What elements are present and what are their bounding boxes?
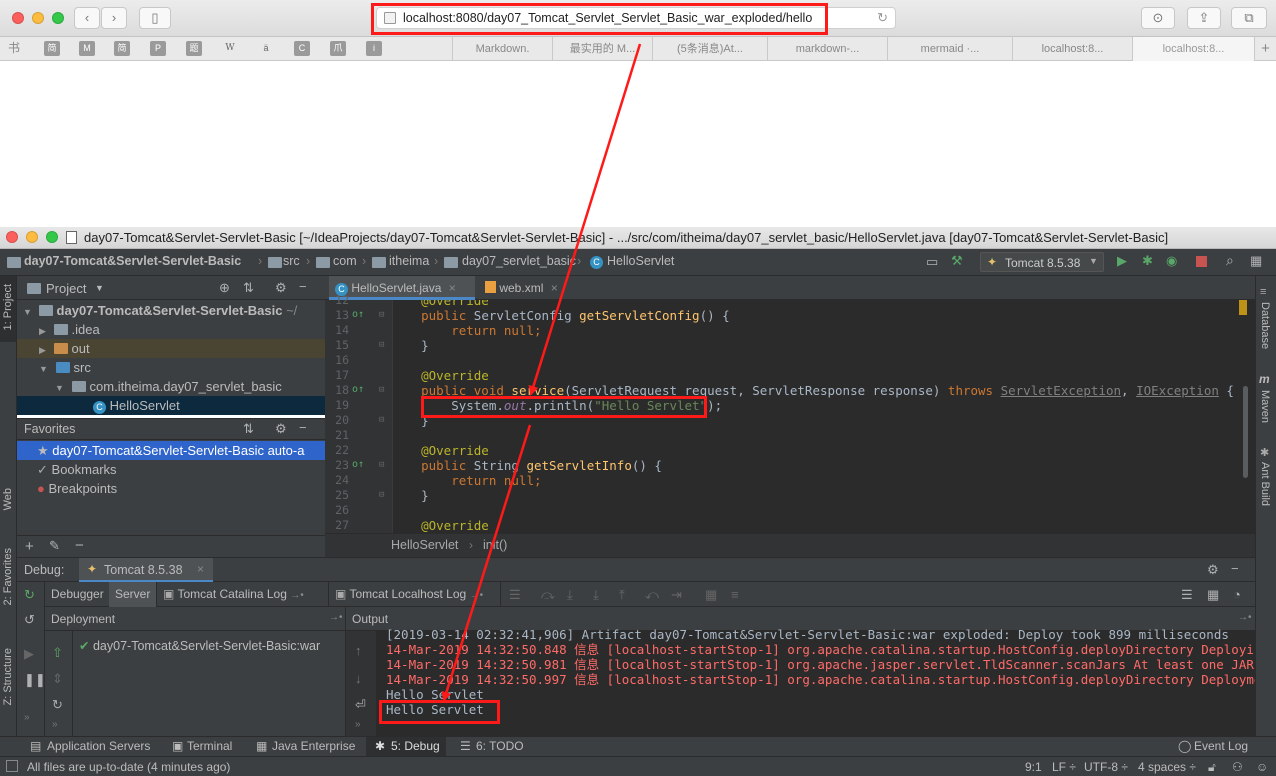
annotation-arrows [441,43,642,702]
arrow-code-to-output [441,424,532,702]
arrow-url-to-code [528,43,642,396]
